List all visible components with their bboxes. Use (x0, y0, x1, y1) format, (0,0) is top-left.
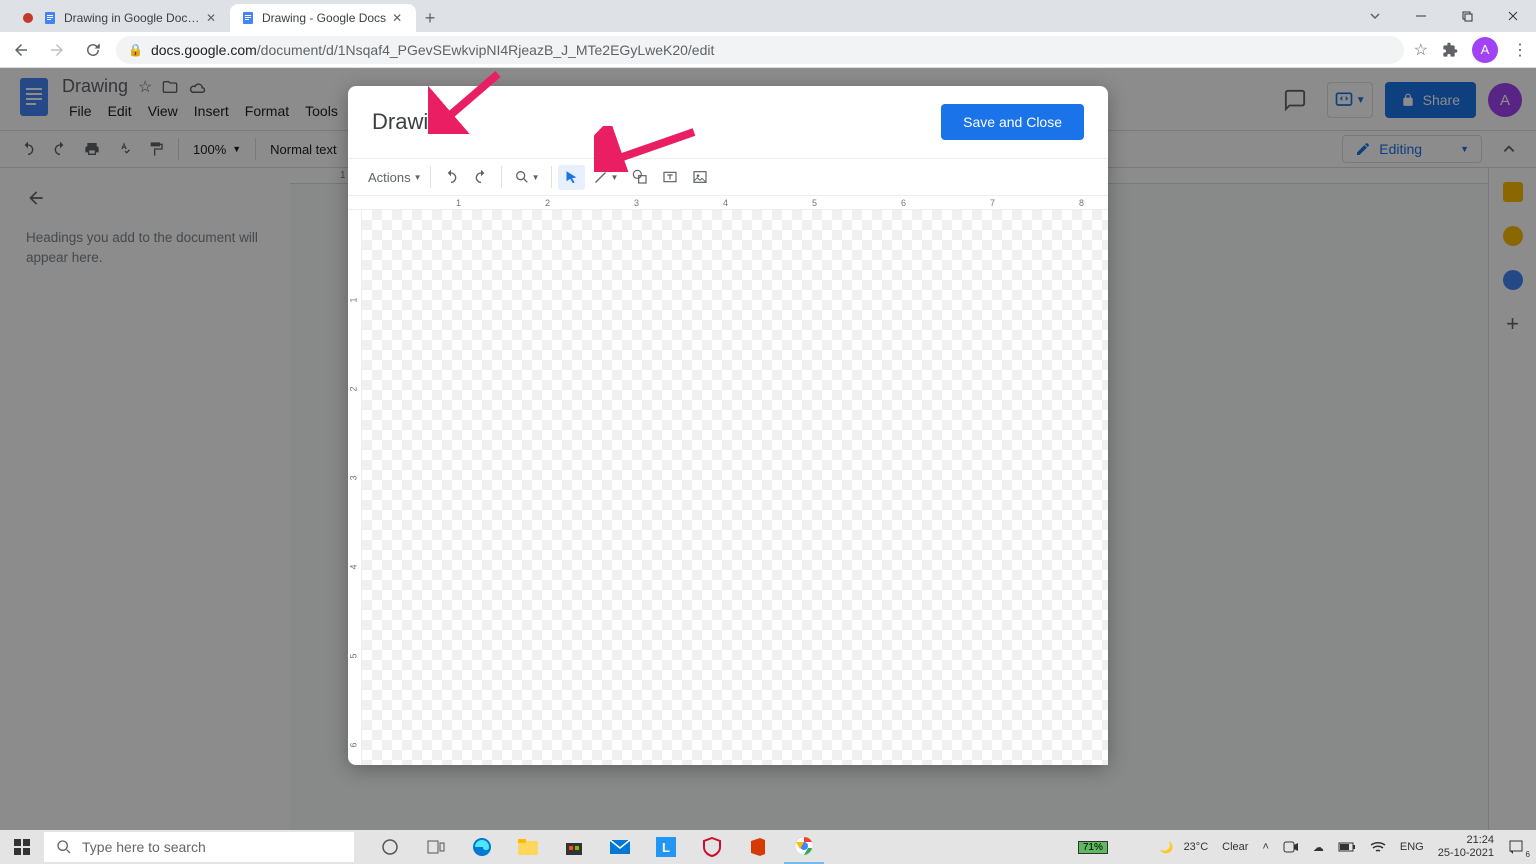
search-icon (56, 839, 72, 855)
reload-button[interactable] (80, 37, 106, 63)
explorer-icon[interactable] (508, 830, 548, 864)
office-icon[interactable] (738, 830, 778, 864)
close-tab-icon[interactable]: ✕ (392, 11, 406, 25)
select-tool[interactable] (558, 165, 585, 190)
zoom-button[interactable]: ▼ (508, 164, 546, 190)
minimize-window-button[interactable] (1398, 0, 1444, 32)
close-window-button[interactable] (1490, 0, 1536, 32)
star-icon[interactable]: ☆ (1414, 40, 1428, 60)
wifi-icon[interactable] (1366, 839, 1390, 855)
weather-temp[interactable]: 23°C (1180, 839, 1213, 855)
actions-menu[interactable]: Actions▼ (366, 166, 424, 189)
profile-avatar[interactable]: A (1472, 37, 1498, 63)
record-icon (20, 10, 36, 26)
lock-icon: 🔒 (128, 43, 143, 57)
tab-title: Drawing in Google Docs - Googl (64, 11, 200, 25)
annotation-arrow-icon (594, 126, 704, 172)
save-and-close-button[interactable]: Save and Close (941, 104, 1084, 140)
notifications-icon[interactable]: 6 (1504, 837, 1528, 857)
tab-title: Drawing - Google Docs (262, 11, 386, 25)
forward-button[interactable] (44, 37, 70, 63)
docs-favicon-icon (42, 10, 58, 26)
weather-icon: 🌙 (1160, 841, 1174, 854)
back-button[interactable] (8, 37, 34, 63)
battery-tray-icon[interactable] (1334, 840, 1360, 854)
drawing-modal: Drawing Save and Close Actions▼ ▼ ▼ 1 2 … (348, 86, 1108, 765)
app-icon[interactable]: L (646, 830, 686, 864)
store-icon[interactable] (554, 830, 594, 864)
onedrive-icon[interactable]: ☁ (1309, 839, 1328, 856)
address-bar: 🔒 docs.google.com/document/d/1Nsqaf4_PGe… (0, 32, 1536, 68)
browser-tab-strip: Drawing in Google Docs - Googl ✕ Drawing… (0, 0, 1536, 32)
close-tab-icon[interactable]: ✕ (206, 11, 220, 25)
start-button[interactable] (0, 830, 44, 864)
svg-text:L: L (662, 840, 670, 855)
maximize-window-button[interactable] (1444, 0, 1490, 32)
mcafee-icon[interactable] (692, 830, 732, 864)
chevron-down-icon[interactable] (1352, 0, 1398, 32)
browser-tab[interactable]: Drawing in Google Docs - Googl ✕ (10, 4, 230, 32)
undo-button[interactable] (437, 164, 465, 190)
cortana-icon[interactable] (370, 830, 410, 864)
drawing-toolbar: Actions▼ ▼ ▼ (348, 158, 1108, 196)
clock[interactable]: 21:24 25-10-2021 (1434, 832, 1498, 862)
taskbar-search[interactable]: Type here to search (44, 832, 354, 862)
docs-favicon-icon (240, 10, 256, 26)
chrome-icon[interactable] (784, 830, 824, 864)
new-tab-button[interactable]: + (416, 4, 444, 32)
mail-icon[interactable] (600, 830, 640, 864)
extensions-icon[interactable] (1442, 42, 1458, 58)
language-indicator[interactable]: ENG (1396, 839, 1428, 855)
meet-now-icon[interactable] (1279, 839, 1303, 855)
search-placeholder: Type here to search (82, 839, 206, 855)
drawing-canvas[interactable] (362, 210, 1108, 765)
menu-icon[interactable]: ⋮ (1512, 40, 1528, 60)
url-text: docs.google.com/document/d/1Nsqaf4_PGevS… (151, 42, 714, 58)
windows-taskbar: Type here to search L 71% 🌙 23°C Clear ˄… (0, 830, 1536, 864)
battery-indicator[interactable]: 71% (1078, 841, 1108, 854)
weather-condition[interactable]: Clear (1218, 839, 1252, 855)
tray-expand-icon[interactable]: ˄ (1258, 839, 1272, 855)
annotation-arrow-icon (428, 68, 508, 134)
task-view-icon[interactable] (416, 830, 456, 864)
browser-tab-active[interactable]: Drawing - Google Docs ✕ (230, 4, 416, 32)
drawing-ruler-horizontal: 1 2 3 4 5 6 7 8 (348, 196, 1108, 210)
url-field[interactable]: 🔒 docs.google.com/document/d/1Nsqaf4_PGe… (116, 36, 1404, 64)
edge-icon[interactable] (462, 830, 502, 864)
drawing-ruler-vertical: 1 2 3 4 5 6 (348, 210, 362, 765)
redo-button[interactable] (467, 164, 495, 190)
